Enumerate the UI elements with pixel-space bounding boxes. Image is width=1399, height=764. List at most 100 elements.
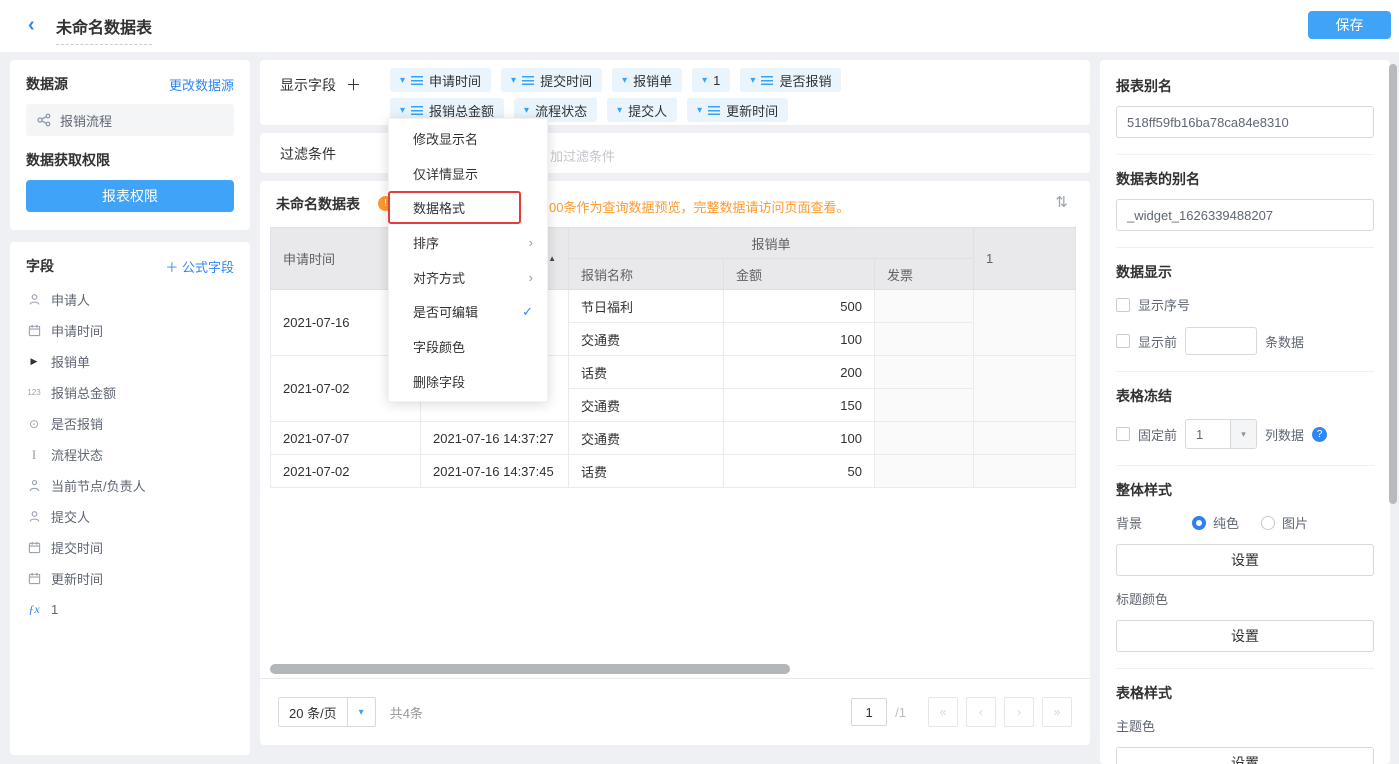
user-icon [26, 510, 42, 523]
horizontal-scrollbar[interactable] [270, 664, 790, 674]
radio-unchecked-icon[interactable] [1261, 516, 1275, 530]
chevron-down-icon[interactable]: ▾ [622, 75, 627, 86]
freeze-checkbox[interactable] [1116, 427, 1130, 441]
topbar: ‹ 未命名数据表 保存 [0, 0, 1399, 52]
field-item[interactable]: 申请人 [26, 284, 234, 315]
bg-image-option[interactable]: 图片 [1261, 513, 1308, 532]
flow-icon [36, 113, 52, 127]
table-row[interactable]: 2021-07-02 2021-07-16 14:37:45 话费 50 [271, 455, 1076, 488]
page-size-select[interactable]: 20 条/页 ▾ [278, 697, 376, 727]
background-label: 背景 [1116, 513, 1142, 532]
fields-card: 字段 ＋ 公式字段 申请人 申请时间 ▶ 报销单 123 报销总金额 [10, 242, 250, 755]
background-set-button[interactable]: 设置 [1116, 544, 1374, 576]
add-formula-field-link[interactable]: ＋ 公式字段 [165, 257, 234, 276]
total-pages: /1 [895, 705, 906, 720]
chevron-down-icon[interactable]: ▾ [400, 105, 405, 116]
field-item[interactable]: 申请时间 [26, 315, 234, 346]
preview-notice: 00条作为查询数据预览，完整数据请访问页面查看。 [549, 197, 849, 216]
chevron-down-icon[interactable]: ▾ [617, 105, 622, 116]
freeze-prefix-label: 固定前 [1138, 425, 1177, 444]
col-header-name[interactable]: 报销名称 [569, 259, 724, 290]
field-chip[interactable]: ▾ 提交时间 [501, 68, 602, 92]
last-page-button[interactable]: » [1042, 697, 1072, 727]
filter-label: 过滤条件 [280, 144, 336, 164]
col-header-amount[interactable]: 金额 [724, 259, 875, 290]
show-first-count-input[interactable] [1185, 327, 1257, 355]
field-item[interactable]: 更新时间 [26, 563, 234, 594]
menu-item-align[interactable]: 对齐方式› [389, 260, 547, 295]
field-item[interactable]: I 流程状态 [26, 439, 234, 470]
chevron-down-icon[interactable]: ▾ [524, 105, 529, 116]
report-permission-button[interactable]: 报表权限 [26, 180, 234, 212]
page-number-input[interactable] [851, 698, 887, 726]
field-item[interactable]: 123 报销总金额 [26, 377, 234, 408]
datasource-card: 数据源 更改数据源 报销流程 数据获取权限 报表权限 [10, 60, 250, 230]
chevron-down-icon[interactable]: ▾ [750, 75, 755, 86]
field-item[interactable]: ƒx 1 [26, 594, 234, 625]
field-chip[interactable]: ▾ 是否报销 [740, 68, 841, 92]
field-chip[interactable]: ▾ 提交人 [607, 98, 677, 122]
bg-solid-option[interactable]: 纯色 [1192, 513, 1239, 532]
change-datasource-link[interactable]: 更改数据源 [169, 75, 234, 94]
menu-item-detail-only[interactable]: 仅详情显示 [389, 156, 547, 191]
col-header-invoice[interactable]: 发票 [875, 259, 974, 290]
table-row[interactable]: 2021-07-07 2021-07-16 14:37:27 交通费 100 [271, 422, 1076, 455]
title-color-set-button[interactable]: 设置 [1116, 620, 1374, 652]
first-page-button[interactable]: « [928, 697, 958, 727]
show-first-suffix: 条数据 [1265, 332, 1304, 351]
divider [1116, 247, 1374, 248]
overall-style-title: 整体样式 [1116, 480, 1374, 500]
sort-lines-icon [761, 76, 773, 85]
page-title[interactable]: 未命名数据表 [56, 14, 152, 45]
next-page-button[interactable]: › [1004, 697, 1034, 727]
menu-item-field-color[interactable]: 字段颜色 [389, 329, 547, 364]
prev-page-button[interactable]: ‹ [966, 697, 996, 727]
col-header-last[interactable]: 1 [974, 228, 1076, 290]
save-button[interactable]: 保存 [1308, 11, 1391, 39]
help-icon[interactable]: ? [1312, 427, 1327, 442]
report-alias-input[interactable] [1116, 106, 1374, 138]
table-style-title: 表格样式 [1116, 683, 1374, 703]
chevron-down-icon[interactable]: ▾ [511, 75, 516, 86]
settings-panel: 报表别名 数据表的别名 数据显示 显示序号 显示前 条数据 表格冻结 固定前 1… [1100, 60, 1390, 764]
field-item[interactable]: ▶ 报销单 [26, 346, 234, 377]
menu-item-rename[interactable]: 修改显示名 [389, 121, 547, 156]
menu-item-data-format[interactable]: 数据格式 [389, 190, 547, 225]
theme-color-set-button[interactable]: 设置 [1116, 747, 1374, 764]
divider [1116, 154, 1374, 155]
show-index-checkbox[interactable] [1116, 298, 1130, 312]
chevron-down-icon[interactable]: ▾ [400, 75, 405, 86]
field-item[interactable]: 当前节点/负责人 [26, 470, 234, 501]
col-header-group[interactable]: 报销单 [569, 228, 974, 259]
field-item[interactable]: 提交时间 [26, 532, 234, 563]
show-index-label: 显示序号 [1138, 295, 1190, 314]
radio-checked-icon[interactable] [1192, 516, 1206, 530]
field-chip[interactable]: ▾ 1 [692, 68, 730, 92]
field-item[interactable]: 提交人 [26, 501, 234, 532]
field-chip[interactable]: ▾ 报销单 [612, 68, 682, 92]
add-display-field-button[interactable]: ＋ [346, 74, 361, 95]
menu-item-delete-field[interactable]: 删除字段 [389, 364, 547, 399]
field-chip[interactable]: ▾ 更新时间 [687, 98, 788, 122]
add-filter-link[interactable]: 加过滤条件 [550, 146, 615, 165]
field-item[interactable]: ⊙ 是否报销 [26, 408, 234, 439]
datasource-item[interactable]: 报销流程 [26, 104, 234, 136]
menu-item-editable[interactable]: 是否可编辑✓ [389, 294, 547, 329]
table-alias-input[interactable] [1116, 199, 1374, 231]
sort-toggle-icon[interactable]: ⇅ [1055, 193, 1068, 211]
caret-right-icon: ▶ [26, 356, 42, 367]
divider [1116, 465, 1374, 466]
menu-item-sort[interactable]: 排序› [389, 225, 547, 260]
chevron-down-icon[interactable]: ▾ [702, 75, 707, 86]
show-first-checkbox[interactable] [1116, 334, 1130, 348]
field-chip[interactable]: ▾ 申请时间 [390, 68, 491, 92]
calendar-icon [26, 541, 42, 554]
freeze-count-select[interactable]: 1 ▾ [1185, 419, 1257, 449]
back-icon[interactable]: ‹ [28, 13, 35, 37]
field-context-menu: 修改显示名 仅详情显示 数据格式 排序› 对齐方式› 是否可编辑✓ 字段颜色 删… [388, 118, 548, 402]
vertical-scrollbar[interactable] [1389, 64, 1397, 504]
divider [1116, 371, 1374, 372]
chevron-down-icon[interactable]: ▾ [697, 105, 702, 116]
total-count: 共4条 [390, 703, 423, 722]
app-window: ‹ 未命名数据表 保存 数据源 更改数据源 报销流程 数据获取权限 报表权限 字… [0, 0, 1399, 764]
